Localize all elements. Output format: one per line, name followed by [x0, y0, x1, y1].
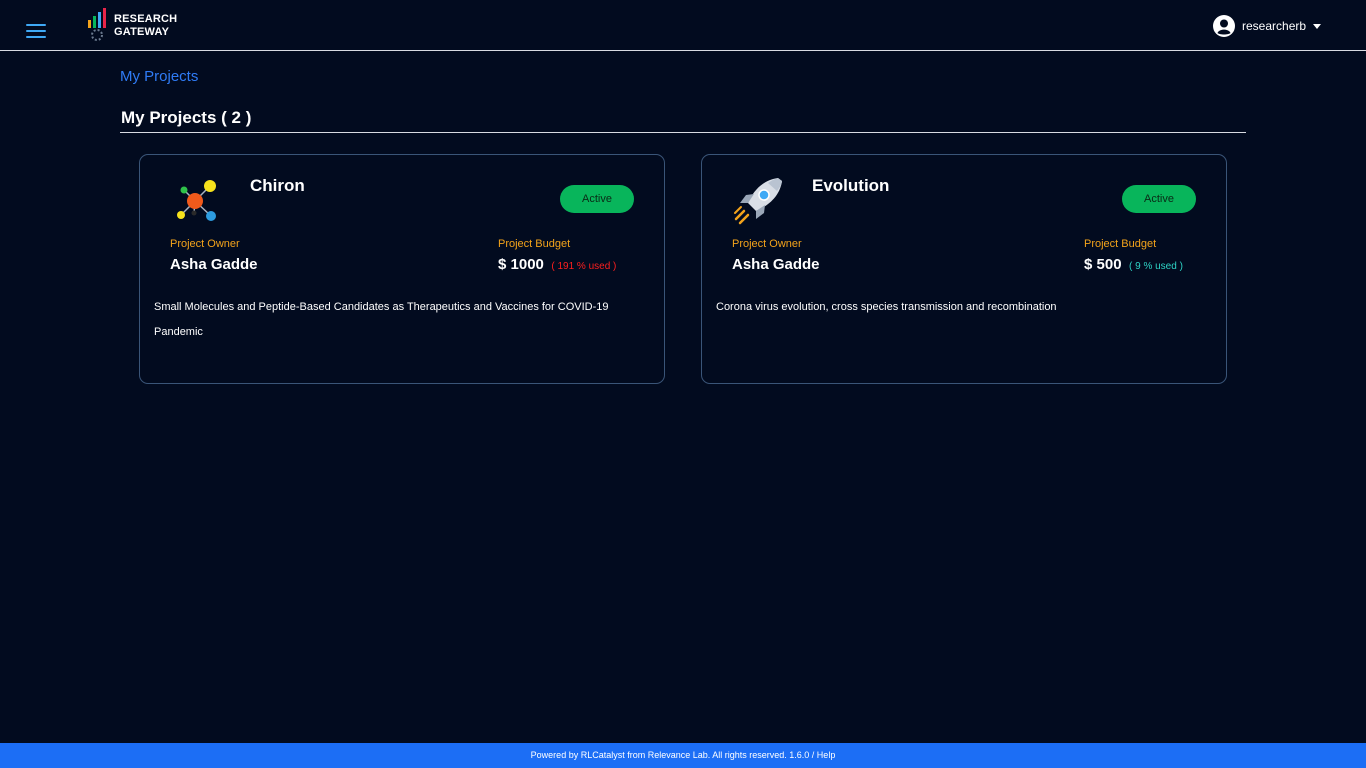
status-badge: Active — [560, 185, 634, 213]
project-name: Evolution — [812, 176, 890, 195]
status-badge: Active — [1122, 185, 1196, 213]
title-divider — [120, 132, 1246, 133]
user-avatar-icon — [1213, 15, 1235, 37]
username: researcherb — [1242, 19, 1307, 33]
research-gateway-logo[interactable]: RESEARCH GATEWAY — [86, 8, 186, 44]
budget-used-percent: ( 9 % used ) — [1129, 261, 1183, 272]
project-owner-label: Project Owner — [732, 238, 802, 250]
project-budget: $ 1000 ( 191 % used ) — [498, 256, 616, 274]
breadcrumb-my-projects[interactable]: My Projects — [120, 68, 198, 85]
logo-text: RESEARCH GATEWAY — [114, 13, 178, 38]
top-navbar: RESEARCH GATEWAY researcherb — [0, 0, 1366, 51]
project-owner-label: Project Owner — [170, 238, 240, 250]
project-card-chiron[interactable]: Chiron Active Project Owner Asha Gadde P… — [139, 154, 665, 384]
project-owner-value: Asha Gadde — [170, 256, 258, 273]
molecule-icon — [177, 180, 216, 221]
footer-text: Powered by RLCatalyst from Relevance Lab… — [530, 750, 836, 760]
project-budget-value: $ 500 — [1084, 256, 1122, 273]
footer: Powered by RLCatalyst from Relevance Lab… — [0, 743, 1366, 768]
logo-bars-icon — [88, 8, 106, 41]
project-card-evolution[interactable]: Evolution Active Project Owner Asha Gadd… — [701, 154, 1227, 384]
page-title: My Projects ( 2 ) — [121, 108, 252, 127]
user-menu[interactable]: researcherb — [1213, 14, 1333, 38]
project-budget-value: $ 1000 — [498, 256, 544, 273]
project-budget: $ 500 ( 9 % used ) — [1084, 256, 1183, 274]
project-budget-label: Project Budget — [498, 238, 571, 250]
project-description: Corona virus evolution, cross species tr… — [716, 301, 1057, 313]
rocket-icon — [734, 178, 782, 225]
project-description: Small Molecules and Peptide-Based Candid… — [154, 301, 609, 338]
project-owner-value: Asha Gadde — [732, 256, 820, 273]
chevron-down-icon — [1313, 23, 1322, 29]
project-name: Chiron — [250, 176, 305, 195]
hamburger-menu-icon[interactable] — [26, 24, 46, 39]
budget-used-percent: ( 191 % used ) — [551, 261, 617, 272]
project-budget-label: Project Budget — [1084, 238, 1157, 250]
